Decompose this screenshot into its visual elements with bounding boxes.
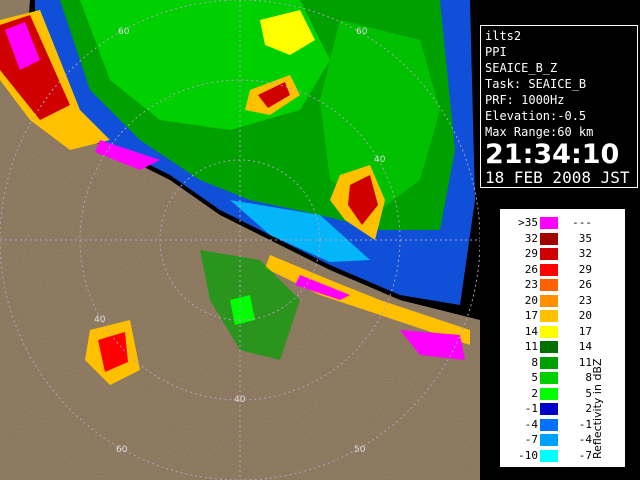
scan-type: PPI — [485, 45, 507, 59]
legend-row: >35 --- — [500, 215, 600, 231]
max-range-value: Max Range:60 km — [485, 125, 594, 139]
legend-low-value: 20 — [524, 293, 538, 307]
legend-swatch — [540, 356, 558, 369]
legend-low-value: 26 — [524, 262, 538, 276]
range-label: 60 — [356, 27, 368, 37]
legend-low-value: -7 — [524, 433, 538, 446]
legend-low-value: 2 — [531, 386, 538, 400]
legend-row: 14 17 — [500, 324, 600, 340]
legend-low-value: 5 — [531, 371, 538, 384]
legend-swatch — [540, 217, 558, 229]
legend-high-value: 23 — [578, 293, 592, 307]
legend-unit-label: Reflectivity in dBZ — [591, 358, 604, 459]
legend-low-value: 8 — [531, 355, 538, 369]
legend-swatch — [540, 325, 558, 338]
legend-low-value: -10 — [518, 448, 538, 462]
legend-low-value: 32 — [524, 231, 538, 245]
legend-low-value: 17 — [524, 309, 538, 322]
legend-low-value: -1 — [524, 402, 538, 415]
legend-row: 23 26 — [500, 277, 600, 293]
scan-time: 21:34:10 — [485, 139, 620, 170]
legend-high-value: 17 — [578, 324, 592, 338]
range-label: 60 — [116, 445, 128, 455]
radar-name: ilts2 — [485, 29, 522, 43]
legend-row: -7 -4 — [500, 432, 600, 448]
legend-swatch — [540, 434, 558, 446]
legend-swatch — [540, 418, 558, 431]
legend-row: 17 20 — [500, 308, 600, 324]
legend-high-value: 35 — [578, 231, 592, 245]
legend-high-value: 11 — [578, 355, 592, 369]
legend-row: 29 32 — [500, 246, 600, 262]
legend-swatch — [540, 294, 558, 307]
legend-high-value: 29 — [578, 262, 592, 276]
legend-low-value: 29 — [524, 247, 538, 260]
legend-high-value: 2 — [585, 402, 592, 415]
elevation-value: Elevation:-0.5 — [485, 109, 587, 123]
legend-row: 20 23 — [500, 293, 600, 309]
legend-row: 8 11 — [500, 355, 600, 371]
legend-swatch — [540, 279, 558, 291]
legend-low-value: -4 — [524, 417, 538, 431]
legend-row: -4 -1 — [500, 417, 600, 433]
legend-swatch — [540, 372, 558, 384]
legend-swatch — [540, 403, 558, 415]
legend-swatch — [540, 310, 558, 322]
range-label: 60 — [118, 27, 130, 37]
legend-low-value: 23 — [524, 278, 538, 291]
legend-high-value: 14 — [578, 340, 592, 353]
scan-info-panel: ilts2 PPI SEAICE_B_Z Task: SEAICE_B PRF:… — [480, 25, 638, 188]
color-legend: >35 --- 32 35 29 32 26 29 23 26 20 23 17 20 14 17 11 14 8 1… — [500, 209, 625, 467]
product-name: SEAICE_B_Z — [485, 61, 558, 75]
legend-row: -1 2 — [500, 401, 600, 417]
range-label: 50 — [354, 445, 366, 455]
legend-row: 26 29 — [500, 262, 600, 278]
legend-swatch — [540, 248, 558, 260]
legend-swatch — [540, 341, 558, 353]
legend-high-value: --- — [572, 216, 592, 229]
task-name: Task: SEAICE_B — [485, 77, 587, 91]
legend-high-value: 20 — [578, 309, 592, 322]
legend-swatch — [540, 232, 558, 245]
legend-row: 58 — [500, 370, 600, 386]
legend-high-value: 26 — [578, 278, 592, 291]
legend-low-value: >35 — [518, 216, 538, 229]
legend-low-value: 11 — [524, 340, 538, 353]
range-label: 40 — [374, 155, 386, 165]
legend-high-value: -7 — [578, 448, 592, 462]
legend-row: 25 — [500, 386, 600, 402]
legend-high-value: -1 — [578, 417, 592, 431]
legend-swatch — [540, 449, 558, 462]
legend-high-value: 5 — [585, 386, 592, 400]
legend-swatch — [540, 263, 558, 276]
legend-row: -10 -7 — [500, 448, 600, 464]
radar-ppi-display: 60 60 40 40 40 60 50 — [0, 0, 480, 480]
legend-high-value: 32 — [578, 247, 592, 260]
legend-row: 32 35 — [500, 231, 600, 247]
prf-value: PRF: 1000Hz — [485, 93, 565, 107]
legend-high-value: 8 — [585, 371, 592, 384]
legend-low-value: 14 — [524, 324, 538, 338]
scan-date: 18 FEB 2008 JST — [485, 168, 630, 187]
legend-row: 11 14 — [500, 339, 600, 355]
legend-swatch — [540, 387, 558, 400]
range-label: 40 — [94, 315, 106, 325]
legend-high-value: -4 — [578, 433, 592, 446]
range-label: 40 — [234, 395, 246, 405]
